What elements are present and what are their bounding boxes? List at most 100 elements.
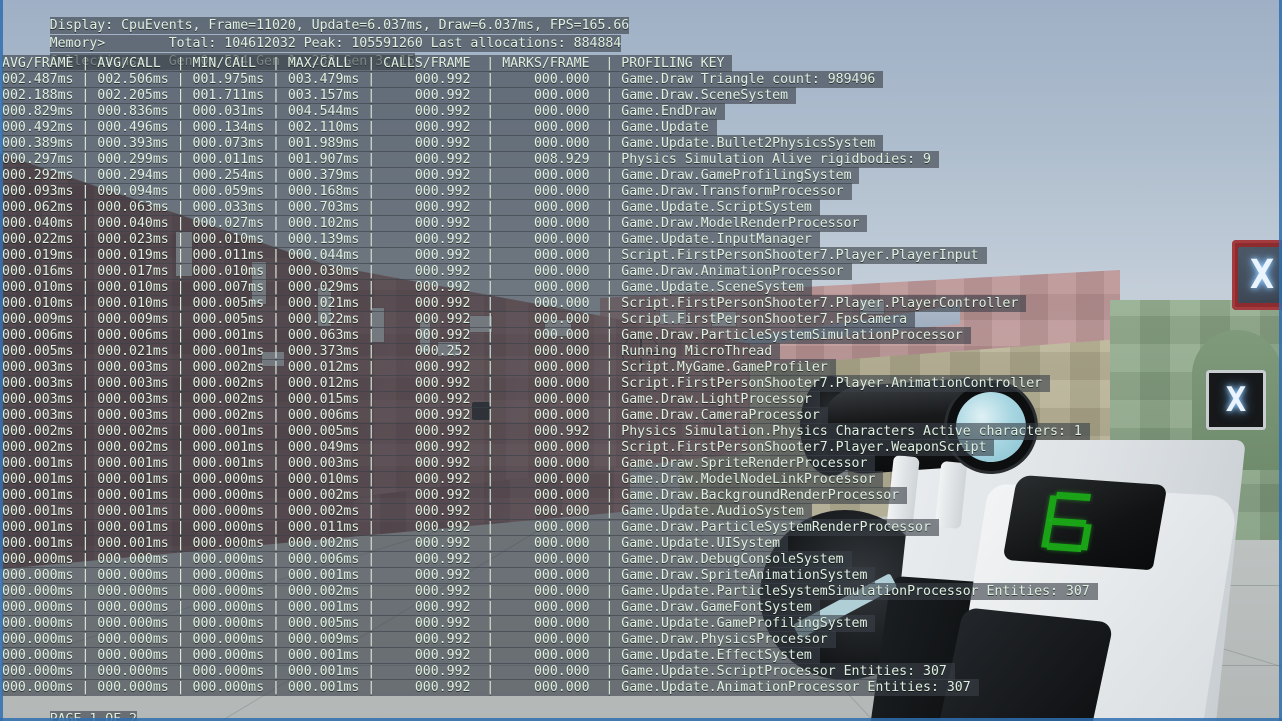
table-row-profiling-key: Game.Update.UISystem	[621, 535, 789, 552]
table-row-profiling-key: Game.Update.Bullet2PhysicsSystem	[621, 135, 884, 152]
table-row-metrics: 000.003ms | 000.003ms | 000.002ms | 000.…	[2, 391, 622, 408]
table-row-profiling-key: Game.Draw.AnimationProcessor	[621, 263, 852, 280]
table-row-profiling-key: Game.Draw.CameraProcessor	[621, 407, 828, 424]
table-row: 000.003ms | 000.003ms | 000.002ms | 000.…	[0, 407, 1098, 424]
window-edge-left	[0, 0, 3, 721]
table-row-profiling-key: Game.Update	[621, 119, 717, 136]
table-row-metrics: 000.000ms | 000.000ms | 000.000ms | 000.…	[2, 663, 622, 680]
table-row-metrics: 000.492ms | 000.496ms | 000.134ms | 002.…	[2, 119, 622, 136]
table-row: 000.000ms | 000.000ms | 000.000ms | 000.…	[0, 551, 1098, 568]
table-row-profiling-key: Game.Draw.ModelRenderProcessor	[621, 215, 868, 232]
table-row: 000.019ms | 000.019ms | 000.011ms | 000.…	[0, 247, 1098, 264]
table-row: 000.001ms | 000.001ms | 000.001ms | 000.…	[0, 455, 1098, 472]
table-row-metrics: 000.001ms | 000.001ms | 000.000ms | 000.…	[2, 503, 622, 520]
table-row-metrics: 000.009ms | 000.009ms | 000.005ms | 000.…	[2, 311, 622, 328]
table-row-profiling-key: Running MicroThread	[621, 343, 781, 360]
table-row: 000.040ms | 000.040ms | 000.027ms | 000.…	[0, 215, 1098, 232]
table-row-metrics: 000.000ms | 000.000ms | 000.000ms | 000.…	[2, 599, 622, 616]
table-row-metrics: 000.010ms | 000.010ms | 000.005ms | 000.…	[2, 295, 622, 312]
table-row-metrics: 000.022ms | 000.023ms | 000.010ms | 000.…	[2, 231, 622, 248]
table-row: 000.005ms | 000.021ms | 000.001ms | 000.…	[0, 343, 1098, 360]
table-row: 000.000ms | 000.000ms | 000.000ms | 000.…	[0, 567, 1098, 584]
table-row-profiling-key: Game.Draw.ParticleSystemRenderProcessor	[621, 519, 939, 536]
table-row-profiling-key: Game.Update.AudioSystem	[621, 503, 812, 520]
table-row-metrics: 000.000ms | 000.000ms | 000.000ms | 000.…	[2, 615, 622, 632]
table-row-profiling-key: Script.FirstPersonShooter7.Player.Player…	[621, 295, 1027, 312]
table-row: 000.292ms | 000.294ms | 000.254ms | 000.…	[0, 167, 1098, 184]
table-row: 000.000ms | 000.000ms | 000.000ms | 000.…	[0, 615, 1098, 632]
table-row-profiling-key: Game.Draw Triangle count: 989496	[621, 71, 884, 88]
table-row: 000.000ms | 000.000ms | 000.000ms | 000.…	[0, 663, 1098, 680]
table-row: 002.188ms | 002.205ms | 001.711ms | 003.…	[0, 87, 1098, 104]
game-window: X X Display: CpuEvents, Frame=11020, Upd…	[0, 0, 1282, 721]
table-row-metrics: 000.000ms | 000.000ms | 000.000ms | 000.…	[2, 567, 622, 584]
table-row-profiling-key: Game.Draw.SceneSystem	[621, 87, 796, 104]
table-row-profiling-key: Game.Update.ParticleSystemSimulationProc…	[621, 583, 1098, 600]
table-row-profiling-key: Game.Draw.SpriteRenderProcessor	[621, 455, 876, 472]
table-row: 000.492ms | 000.496ms | 000.134ms | 002.…	[0, 119, 1098, 136]
table-row: 000.003ms | 000.003ms | 000.002ms | 000.…	[0, 359, 1098, 376]
table-row-profiling-key: Game.Draw.LightProcessor	[621, 391, 820, 408]
table-row-profiling-key: Game.Update.AnimationProcessor Entities:…	[621, 679, 979, 696]
profiler-overlay: Display: CpuEvents, Frame=11020, Update=…	[0, 0, 1282, 721]
table-row-profiling-key: Physics Simulation Alive rigidbodies: 9	[621, 151, 939, 168]
table-row-profiling-key: Game.Draw.SpriteAnimationSystem	[621, 567, 876, 584]
table-row-profiling-key: Game.Draw.PhysicsProcessor	[621, 631, 836, 648]
table-row-metrics: 000.010ms | 000.010ms | 000.007ms | 000.…	[2, 279, 622, 296]
table-row: 002.487ms | 002.506ms | 001.975ms | 003.…	[0, 71, 1098, 88]
table-row-metrics: 000.002ms | 000.002ms | 000.001ms | 000.…	[2, 423, 622, 440]
table-row-metrics: 000.001ms | 000.001ms | 000.000ms | 000.…	[2, 487, 622, 504]
table-row: 000.016ms | 000.017ms | 000.010ms | 000.…	[0, 263, 1098, 280]
table-row-profiling-key: Game.Draw.TransformProcessor	[621, 183, 852, 200]
table-row-metrics: 000.001ms | 000.001ms | 000.000ms | 000.…	[2, 519, 622, 536]
table-header-text: AVG/FRAME | AVG/CALL | MIN/CALL | MAX/CA…	[2, 55, 733, 72]
table-row-metrics: 000.001ms | 000.001ms | 000.001ms | 000.…	[2, 455, 622, 472]
table-row: 000.001ms | 000.001ms | 000.000ms | 000.…	[0, 487, 1098, 504]
table-row-metrics: 002.188ms | 002.205ms | 001.711ms | 003.…	[2, 87, 622, 104]
table-row-profiling-key: Script.MyGame.GameProfiler	[621, 359, 836, 376]
table-row: 000.000ms | 000.000ms | 000.000ms | 000.…	[0, 583, 1098, 600]
table-row-metrics: 000.040ms | 000.040ms | 000.027ms | 000.…	[2, 215, 622, 232]
table-row-profiling-key: Game.Draw.BackgroundRenderProcessor	[621, 487, 908, 504]
table-row: 000.093ms | 000.094ms | 000.059ms | 000.…	[0, 183, 1098, 200]
table-row: 000.002ms | 000.002ms | 000.001ms | 000.…	[0, 423, 1098, 440]
table-header-row: AVG/FRAME | AVG/CALL | MIN/CALL | MAX/CA…	[0, 55, 1098, 72]
table-row: 000.003ms | 000.003ms | 000.002ms | 000.…	[0, 391, 1098, 408]
table-row-metrics: 000.000ms | 000.000ms | 000.000ms | 000.…	[2, 679, 622, 696]
page-indicator: PAGE 1 OF 2	[0, 696, 137, 721]
table-row-profiling-key: Script.FirstPersonShooter7.Player.Player…	[621, 247, 987, 264]
table-row-metrics: 000.019ms | 000.019ms | 000.011ms | 000.…	[2, 247, 622, 264]
table-row-profiling-key: Game.Update.ScriptProcessor Entities: 30…	[621, 663, 955, 680]
table-row-profiling-key: Game.Draw.DebugConsoleSystem	[621, 551, 852, 568]
table-row-metrics: 000.006ms | 000.006ms | 000.001ms | 000.…	[2, 327, 622, 344]
table-row-metrics: 000.003ms | 000.003ms | 000.002ms | 000.…	[2, 375, 622, 392]
table-row: 000.010ms | 000.010ms | 000.005ms | 000.…	[0, 295, 1098, 312]
table-row-metrics: 000.001ms | 000.001ms | 000.000ms | 000.…	[2, 471, 622, 488]
table-row: 000.000ms | 000.000ms | 000.000ms | 000.…	[0, 599, 1098, 616]
table-row-metrics: 000.003ms | 000.003ms | 000.002ms | 000.…	[2, 359, 622, 376]
table-row-metrics: 000.829ms | 000.836ms | 000.031ms | 004.…	[2, 103, 622, 120]
table-row-metrics: 000.389ms | 000.393ms | 000.073ms | 001.…	[2, 135, 622, 152]
table-row-profiling-key: Game.Draw.GameFontSystem	[621, 599, 820, 616]
table-row-metrics: 000.000ms | 000.000ms | 000.000ms | 000.…	[2, 583, 622, 600]
table-row: 000.003ms | 000.003ms | 000.002ms | 000.…	[0, 375, 1098, 392]
table-row-metrics: 000.001ms | 000.001ms | 000.000ms | 000.…	[2, 535, 622, 552]
table-row-profiling-key: Game.Draw.ParticleSystemSimulationProces…	[621, 327, 971, 344]
table-row-profiling-key: Game.Update.ScriptSystem	[621, 199, 820, 216]
table-row-profiling-key: Script.FirstPersonShooter7.Player.Weapon…	[621, 439, 995, 456]
table-row-profiling-key: Game.Draw.GameProfilingSystem	[621, 167, 860, 184]
table-row: 000.000ms | 000.000ms | 000.000ms | 000.…	[0, 647, 1098, 664]
table-row: 000.010ms | 000.010ms | 000.007ms | 000.…	[0, 279, 1098, 296]
profiler-table: AVG/FRAME | AVG/CALL | MIN/CALL | MAX/CA…	[0, 55, 1098, 696]
table-row-profiling-key: Game.Update.InputManager	[621, 231, 820, 248]
table-row: 000.009ms | 000.009ms | 000.005ms | 000.…	[0, 311, 1098, 328]
table-row: 000.001ms | 000.001ms | 000.000ms | 000.…	[0, 471, 1098, 488]
table-row: 000.062ms | 000.063ms | 000.033ms | 000.…	[0, 199, 1098, 216]
table-row-profiling-key: Script.FirstPersonShooter7.FpsCamera	[621, 311, 916, 328]
table-row-metrics: 000.292ms | 000.294ms | 000.254ms | 000.…	[2, 167, 622, 184]
table-row: 000.001ms | 000.001ms | 000.000ms | 000.…	[0, 519, 1098, 536]
table-row: 000.000ms | 000.000ms | 000.000ms | 000.…	[0, 631, 1098, 648]
table-row: 000.001ms | 000.001ms | 000.000ms | 000.…	[0, 503, 1098, 520]
table-row-metrics: 000.002ms | 000.002ms | 000.001ms | 000.…	[2, 439, 622, 456]
table-row: 000.022ms | 000.023ms | 000.010ms | 000.…	[0, 231, 1098, 248]
